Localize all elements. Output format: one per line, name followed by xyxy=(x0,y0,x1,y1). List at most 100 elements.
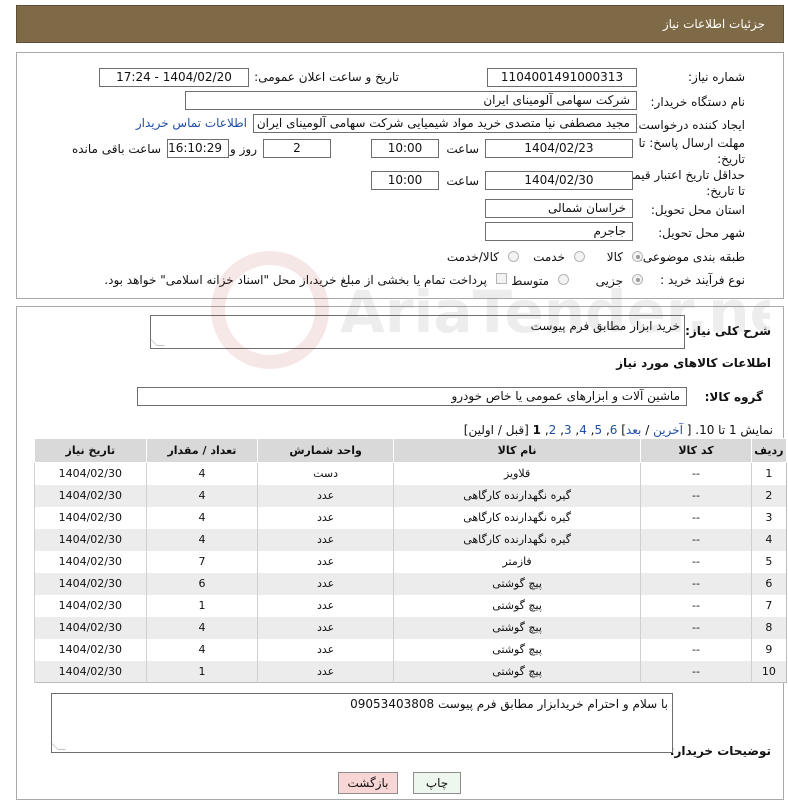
col-qty: تعداد / مقدار xyxy=(145,438,259,463)
cell-item-name: پیچ گوشتی xyxy=(392,594,641,617)
cell-unit: عدد xyxy=(257,506,394,529)
table-row: 4 -- گیره نگهدارنده کارگاهی عدد 4 1404/02/30 xyxy=(34,528,787,551)
cell-need-date: 1404/02/30 xyxy=(34,616,147,639)
cell-need-date: 1404/02/30 xyxy=(34,550,147,573)
cell-row-number: 4 xyxy=(750,528,787,551)
cell-item-name: گیره نگهدارنده کارگاهی xyxy=(392,506,641,529)
cell-item-name: پیچ گوشتی xyxy=(392,616,641,639)
back-button[interactable]: بازگشت xyxy=(338,772,398,794)
cell-row-number: 1 xyxy=(750,462,787,485)
table-row: 8 -- پیچ گوشتی عدد 4 1404/02/30 xyxy=(34,616,787,639)
buyer-org-label: نام دستگاه خریدار: xyxy=(650,95,746,109)
announce-label: تاریخ و ساعت اعلان عمومی: xyxy=(254,70,399,84)
cell-item-name: پیچ گوشتی xyxy=(392,660,641,683)
goods-panel: شرح کلی نیاز: خرید ابزار مطابق فرم پیوست… xyxy=(16,306,788,800)
pager-last-link[interactable]: آخرین xyxy=(653,423,683,437)
cell-quantity: 4 xyxy=(145,528,258,551)
cell-unit: عدد xyxy=(257,550,394,573)
province-label: استان محل تحویل: xyxy=(650,203,745,217)
cell-need-date: 1404/02/30 xyxy=(34,506,147,529)
cell-unit: عدد xyxy=(257,638,394,661)
buyer-notes-textarea[interactable]: با سلام و احترام خریدابزار مطابق فرم پیو… xyxy=(50,693,673,753)
cell-item-name: پیچ گوشتی xyxy=(392,638,641,661)
category-both-label: کالا/خدمت xyxy=(446,250,499,264)
cell-row-number: 9 xyxy=(750,638,787,661)
process-medium-radio[interactable] xyxy=(558,274,569,285)
buyer-notes-label: توضیحات خریدار: xyxy=(669,744,771,758)
resize-grip-icon xyxy=(50,742,66,750)
col-unit: واحد شمارش xyxy=(257,438,394,463)
cell-item-name: گیره نگهدارنده کارگاهی xyxy=(392,528,641,551)
category-service-label: خدمت xyxy=(533,250,565,264)
goods-table: ردیف کد کالا نام کالا واحد شمارش تعداد /… xyxy=(34,438,788,683)
reply-deadline-label-2: تاریخ: xyxy=(717,152,745,166)
category-both-radio[interactable] xyxy=(508,251,519,262)
category-goods-radio[interactable] xyxy=(632,251,643,262)
pager-page-6[interactable]: 6 xyxy=(610,423,618,437)
cell-item-code: -- xyxy=(640,506,752,529)
city-field: جاجرم xyxy=(485,222,633,241)
treasury-note: پرداخت تمام یا بخشی از مبلغ خرید،از محل … xyxy=(104,273,487,287)
col-code: کد کالا xyxy=(640,438,752,463)
table-row: 6 -- پیچ گوشتی عدد 6 1404/02/30 xyxy=(34,572,787,595)
cell-item-code: -- xyxy=(640,638,752,661)
table-row: 7 -- پیچ گوشتی عدد 1 1404/02/30 xyxy=(34,594,787,617)
process-minor-radio[interactable] xyxy=(632,274,643,285)
goods-group-label: گروه کالا: xyxy=(704,390,763,404)
province-field: خراسان شمالی xyxy=(485,199,633,218)
cell-unit: عدد xyxy=(257,484,394,507)
table-header-row: ردیف کد کالا نام کالا واحد شمارش تعداد /… xyxy=(34,438,788,463)
category-goods-label: کالا xyxy=(606,250,623,264)
table-row: 3 -- گیره نگهدارنده کارگاهی عدد 4 1404/02/30 xyxy=(34,506,787,529)
pager-next-link[interactable]: بعد xyxy=(626,423,641,437)
cell-need-date: 1404/02/30 xyxy=(34,660,147,683)
reply-date-field: 1404/02/23 xyxy=(485,139,633,158)
cell-row-number: 2 xyxy=(750,484,787,507)
treasury-checkbox[interactable] xyxy=(496,273,507,284)
process-medium-label: متوسط xyxy=(511,274,549,288)
cell-item-code: -- xyxy=(640,660,752,683)
cell-unit: عدد xyxy=(257,660,394,683)
pager-tail: [قبل / اولین] xyxy=(463,423,529,437)
category-label: طبقه بندی موضوعی: xyxy=(638,250,745,264)
cell-item-code: -- xyxy=(640,594,752,617)
pager-page-3[interactable]: 3 xyxy=(564,423,572,437)
pager-page-5[interactable]: 5 xyxy=(595,423,603,437)
category-service-radio[interactable] xyxy=(574,251,585,262)
reply-time-field: 10:00 xyxy=(371,139,439,158)
requester-field: مجید مصطفی نیا متصدی خرید مواد شیمیایی ش… xyxy=(253,114,637,133)
cell-row-number: 8 xyxy=(750,616,787,639)
pager: نمایش 1 تا 10. [ آخرین / بعد] 6, 5, 4, 3… xyxy=(463,423,773,437)
cell-unit: عدد xyxy=(257,528,394,551)
print-button[interactable]: چاپ xyxy=(413,772,461,794)
cell-need-date: 1404/02/30 xyxy=(34,462,147,485)
cell-item-code: -- xyxy=(640,484,752,507)
reply-time-label: ساعت xyxy=(446,142,479,156)
table-row: 10 -- پیچ گوشتی عدد 1 1404/02/30 xyxy=(34,660,787,683)
pager-page-2[interactable]: 2 xyxy=(549,423,557,437)
need-number-label: شماره نیاز: xyxy=(688,70,745,84)
table-row: 9 -- پیچ گوشتی عدد 4 1404/02/30 xyxy=(34,638,787,661)
buyer-contact-link[interactable]: اطلاعات تماس خریدار xyxy=(136,116,247,130)
buyer-org-field: شرکت سهامی آلومینای ایران xyxy=(185,91,637,110)
page-header: جزئیات اطلاعات نیاز xyxy=(16,5,784,43)
cell-quantity: 4 xyxy=(145,462,258,485)
pager-page-4[interactable]: 4 xyxy=(579,423,587,437)
city-label: شهر محل تحویل: xyxy=(658,226,745,240)
process-minor-label: جزیی xyxy=(595,274,623,288)
description-label: شرح کلی نیاز: xyxy=(685,324,771,338)
need-number-field: 1104001491000313 xyxy=(487,68,637,87)
table-row: 1 -- قلاویز دست 4 1404/02/30 xyxy=(34,462,787,485)
price-validity-label: حداقل تاریخ اعتبار قیمت: xyxy=(618,168,745,182)
description-text: خرید ابزار مطابق فرم پیوست xyxy=(530,319,680,333)
col-name: نام کالا xyxy=(392,438,642,463)
cell-unit: عدد xyxy=(257,616,394,639)
description-textarea[interactable]: خرید ابزار مطابق فرم پیوست xyxy=(149,315,685,349)
cell-item-name: پیچ گوشتی xyxy=(392,572,641,595)
announce-datetime-field: 1404/02/20 - 17:24 xyxy=(99,68,249,87)
requester-label: ایجاد کننده درخواست: xyxy=(634,118,745,132)
goods-group-field: ماشین آلات و ابزارهای عمومی یا خاص خودرو xyxy=(137,387,687,406)
cell-item-code: -- xyxy=(640,528,752,551)
cell-need-date: 1404/02/30 xyxy=(34,528,147,551)
cell-quantity: 4 xyxy=(145,616,258,639)
